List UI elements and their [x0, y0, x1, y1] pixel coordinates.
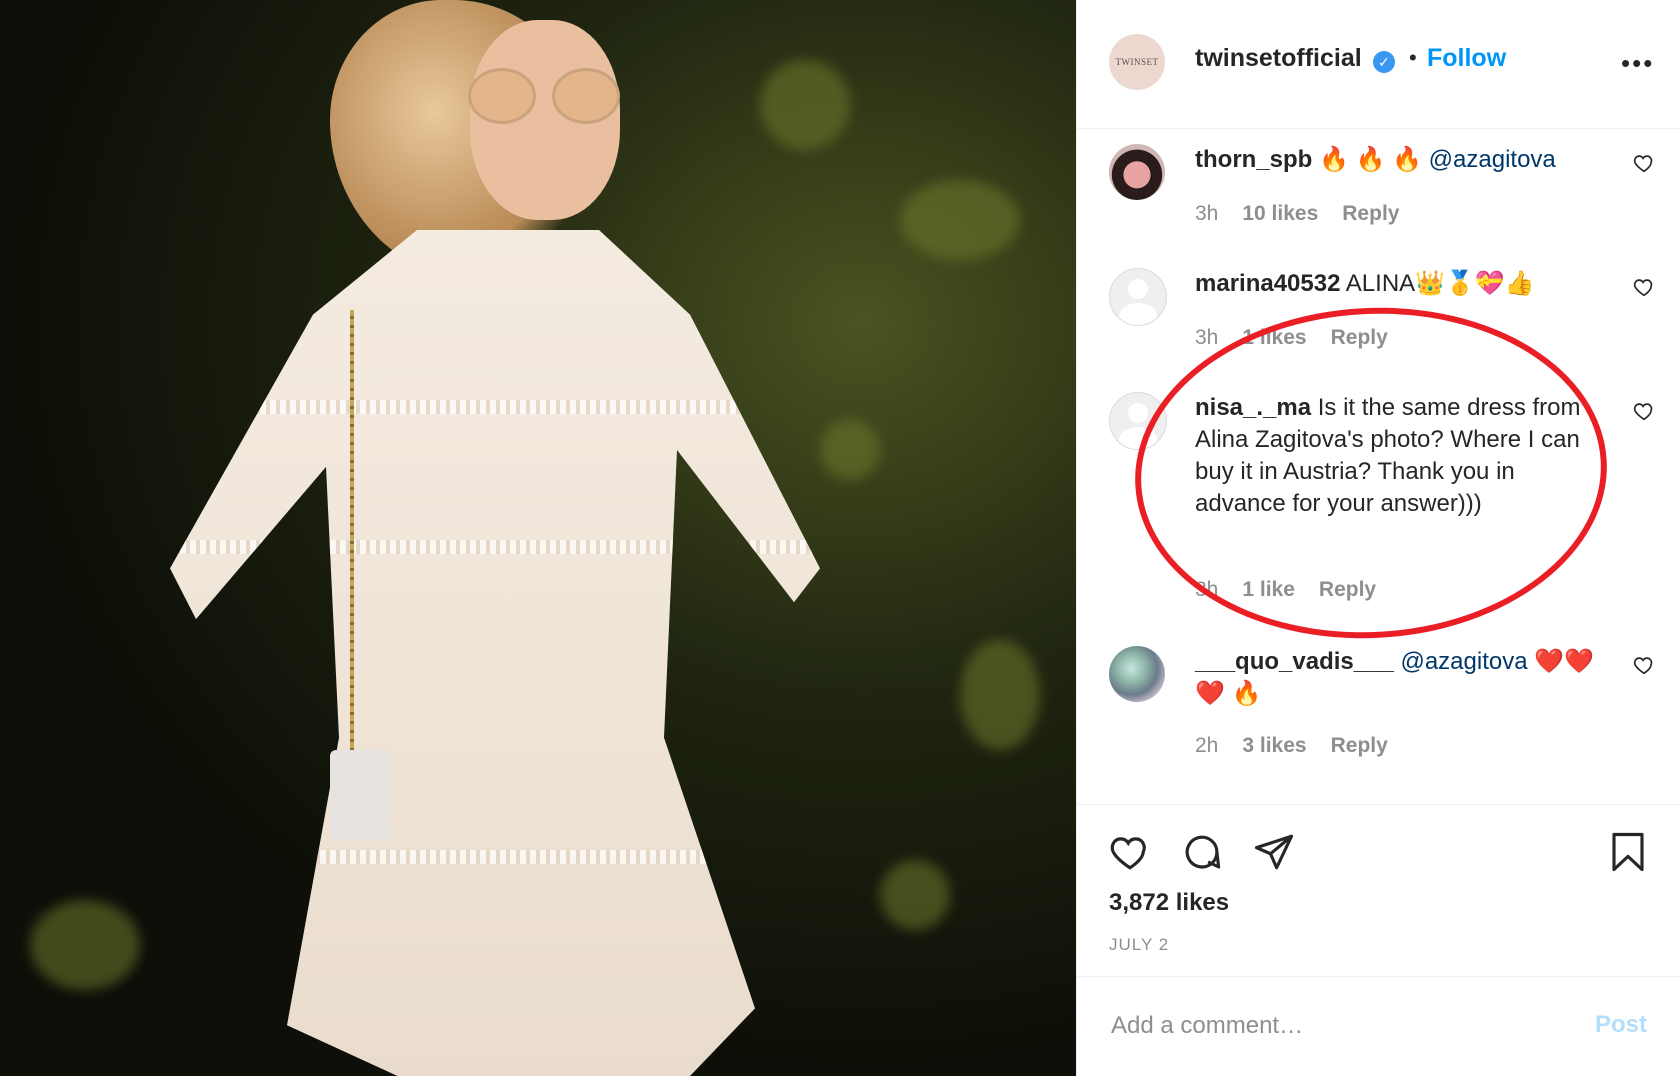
comment-time[interactable]: 3h	[1195, 326, 1218, 349]
comment-username[interactable]: ___quo_vadis___	[1195, 648, 1394, 675]
post-header: TWINSET twinsetofficial ✓ • Follow •••	[1077, 0, 1680, 129]
comment-mention[interactable]: @azagitova	[1429, 146, 1556, 173]
comment-likes[interactable]: 3 likes	[1242, 734, 1306, 757]
author-username[interactable]: twinsetofficial	[1195, 44, 1362, 73]
comment-like-heart-icon[interactable]	[1633, 400, 1655, 422]
reply-button[interactable]: Reply	[1331, 734, 1388, 757]
comment-item: thorn_spb 🔥 🔥 🔥 @azagitova 3h 10 likes Rep…	[1109, 144, 1653, 244]
comment-item: marina40532 ALINA👑🥇💝👍 3h 1 likes Reply	[1109, 268, 1653, 368]
comment-username[interactable]: marina40532	[1195, 270, 1340, 297]
comment-icon[interactable]	[1181, 831, 1223, 873]
comment-like-heart-icon[interactable]	[1633, 152, 1655, 174]
add-comment-input[interactable]	[1109, 1005, 1533, 1047]
like-count[interactable]: 3,872 likes	[1109, 889, 1229, 917]
comment-time[interactable]: 3h	[1195, 578, 1218, 601]
comment-text: marina40532 ALINA👑🥇💝👍	[1195, 268, 1595, 300]
commenter-avatar[interactable]	[1109, 144, 1165, 200]
comment-like-heart-icon[interactable]	[1633, 654, 1655, 676]
comment-likes[interactable]: 1 like	[1242, 578, 1295, 601]
follow-button[interactable]: Follow	[1427, 44, 1506, 73]
reply-button[interactable]: Reply	[1331, 326, 1388, 349]
bookmark-icon[interactable]	[1607, 831, 1649, 873]
comment-meta: 3h 1 likes Reply	[1195, 326, 1412, 350]
post-date[interactable]: JULY 2	[1109, 935, 1169, 955]
author-avatar[interactable]: TWINSET	[1109, 34, 1165, 90]
comment-like-heart-icon[interactable]	[1633, 276, 1655, 298]
comment-meta: 3h 10 likes Reply	[1195, 202, 1423, 226]
commenter-avatar[interactable]	[1109, 268, 1167, 326]
comment-item: ___quo_vadis___ @azagitova ❤️❤️ ❤️ 🔥 2h 3…	[1109, 646, 1653, 776]
commenter-avatar[interactable]	[1109, 646, 1165, 702]
comment-text: thorn_spb 🔥 🔥 🔥 @azagitova	[1195, 144, 1595, 176]
separator-dot: •	[1409, 45, 1417, 70]
post-actions-bar: 3,872 likes JULY 2	[1077, 804, 1680, 977]
comment-time[interactable]: 2h	[1195, 734, 1218, 757]
comment-username[interactable]: thorn_spb	[1195, 146, 1312, 173]
comment-meta: 3h 1 like Reply	[1195, 578, 1400, 602]
comment-likes[interactable]: 10 likes	[1242, 202, 1318, 225]
comment-item: nisa_._ma Is it the same dress from Alin…	[1109, 392, 1653, 612]
more-options-icon[interactable]: •••	[1621, 48, 1654, 79]
heart-icon[interactable]	[1109, 831, 1151, 873]
comment-composer: Post	[1077, 976, 1680, 1077]
reply-button[interactable]: Reply	[1342, 202, 1399, 225]
comment-message: 🔥 🔥 🔥	[1312, 146, 1429, 173]
comment-message: ALINA👑🥇💝👍	[1340, 270, 1535, 297]
commenter-avatar[interactable]	[1109, 392, 1167, 450]
comment-time[interactable]: 3h	[1195, 202, 1218, 225]
post-side-panel: TWINSET twinsetofficial ✓ • Follow ••• t…	[1076, 0, 1680, 1076]
verified-badge-icon: ✓	[1373, 51, 1395, 73]
comment-meta: 2h 3 likes Reply	[1195, 734, 1412, 758]
comment-text: ___quo_vadis___ @azagitova ❤️❤️ ❤️ 🔥	[1195, 646, 1595, 710]
comment-username[interactable]: nisa_._ma	[1195, 394, 1311, 421]
post-comment-button[interactable]: Post	[1595, 1011, 1647, 1039]
comment-text: nisa_._ma Is it the same dress from Alin…	[1195, 392, 1595, 520]
reply-button[interactable]: Reply	[1319, 578, 1376, 601]
comment-likes[interactable]: 1 likes	[1242, 326, 1306, 349]
share-icon[interactable]	[1253, 831, 1295, 873]
post-photo[interactable]	[0, 0, 1076, 1076]
comment-mention[interactable]: @azagitova	[1400, 648, 1527, 675]
